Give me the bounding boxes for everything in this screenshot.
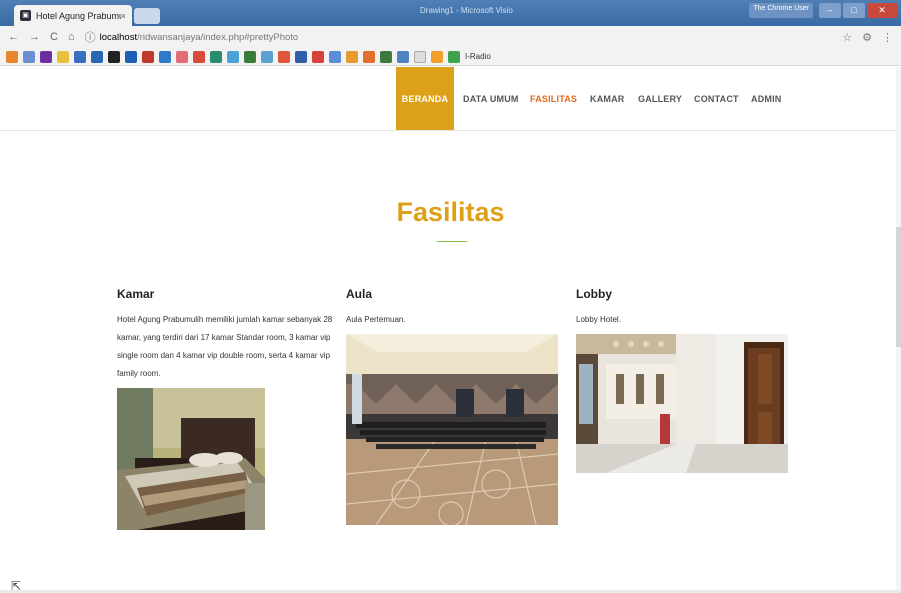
lobby-photo[interactable] xyxy=(576,334,788,473)
bookmark-icon[interactable] xyxy=(227,50,239,63)
bookmark-icon[interactable] xyxy=(176,50,188,63)
bookmark-icon[interactable] xyxy=(74,50,86,63)
facility-description: Hotel Agung Prabumulih memiliki jumlah k… xyxy=(117,315,333,378)
bookmark-icon[interactable] xyxy=(397,50,409,63)
bookmark-icon[interactable] xyxy=(346,50,358,63)
maximize-icon[interactable]: □ xyxy=(843,3,865,18)
browser-tab[interactable]: ▣ Hotel Agung Prabumulih × xyxy=(14,5,132,26)
browser-titlebar: ▣ Hotel Agung Prabumulih × Drawing1 - Mi… xyxy=(0,0,901,26)
nav-item-kamar[interactable]: KAMAR xyxy=(590,67,625,130)
bookmark-icon[interactable] xyxy=(363,50,375,63)
bookmark-icon[interactable] xyxy=(210,50,222,63)
nav-item-admin[interactable]: ADMIN xyxy=(751,67,782,130)
bookmark-icon[interactable] xyxy=(125,50,137,63)
facility-description: Lobby Hotel. xyxy=(576,315,621,324)
tab-close-icon[interactable]: × xyxy=(121,11,126,21)
nav-item-data-umum[interactable]: DATA UMUM xyxy=(463,67,519,130)
page-scrollbar[interactable] xyxy=(896,67,901,590)
bookmark-icon[interactable] xyxy=(244,50,256,63)
minimize-icon[interactable]: – xyxy=(819,3,841,18)
bookmark-icon[interactable] xyxy=(261,50,273,63)
nav-item-fasilitas[interactable]: FASILITAS xyxy=(530,67,577,130)
bookmark-icon[interactable] xyxy=(6,50,18,63)
hall-photo[interactable] xyxy=(346,334,558,525)
window-controls: The Chrome User – □ ✕ xyxy=(749,3,897,18)
facility-heading: Aula xyxy=(346,287,373,301)
forward-icon[interactable]: → xyxy=(29,31,40,43)
site-navigation: BERANDA DATA UMUM FASILITAS KAMAR GALLER… xyxy=(0,67,901,131)
facility-heading: Lobby xyxy=(576,287,612,301)
star-icon[interactable]: ☆ xyxy=(842,31,852,44)
back-icon[interactable]: ← xyxy=(8,31,19,43)
bookmark-label[interactable]: I-Radio xyxy=(465,52,491,61)
facility-description: Aula Pertemuan. xyxy=(346,315,406,324)
facility-heading: Kamar xyxy=(117,287,155,301)
title-divider xyxy=(437,241,467,242)
facility-card-kamar: Kamar Hotel Agung Prabumulih memiliki ju… xyxy=(117,287,337,383)
user-badge[interactable]: The Chrome User xyxy=(749,3,813,18)
tab-title: Hotel Agung Prabumulih xyxy=(36,10,121,21)
bookmark-icon[interactable] xyxy=(329,50,341,63)
menu-icon[interactable]: ⋮ xyxy=(882,31,893,44)
nav-item-contact[interactable]: CONTACT xyxy=(694,67,739,130)
bookmark-icon[interactable] xyxy=(23,50,35,63)
close-window-icon[interactable]: ✕ xyxy=(867,3,897,18)
new-tab-button[interactable] xyxy=(134,8,160,24)
address-bar: ← → C ⌂ ⓘ localhost/ridwansanjaya/index.… xyxy=(0,26,901,48)
bookmark-icon[interactable] xyxy=(91,50,103,63)
scrollbar-thumb[interactable] xyxy=(896,227,901,347)
bookmark-icon[interactable] xyxy=(159,50,171,63)
url-input[interactable]: localhost/ridwansanjaya/index.php#pretty… xyxy=(100,32,833,43)
url-host: localhost xyxy=(99,31,138,43)
nav-item-beranda[interactable]: BERANDA xyxy=(396,67,454,130)
bookmark-icon[interactable] xyxy=(414,50,426,63)
reload-icon[interactable]: C xyxy=(50,31,58,43)
bookmark-icon[interactable] xyxy=(40,50,52,63)
bookmark-icon[interactable] xyxy=(142,50,154,63)
bookmark-icon[interactable] xyxy=(448,50,460,63)
bookmark-icon[interactable] xyxy=(278,50,290,63)
facility-card-lobby: Lobby Lobby Hotel. xyxy=(576,287,788,329)
bookmark-icon[interactable] xyxy=(57,50,69,63)
site-favicon-icon: ▣ xyxy=(20,10,31,21)
bookmark-icon[interactable] xyxy=(193,50,205,63)
bookmark-icon[interactable] xyxy=(295,50,307,63)
facility-card-aula: Aula Aula Pertemuan. xyxy=(346,287,558,329)
bookmark-icon[interactable] xyxy=(312,50,324,63)
info-icon: ⓘ xyxy=(84,32,96,44)
extension-icon[interactable]: ⚙ xyxy=(862,31,872,44)
bookmark-icon[interactable] xyxy=(431,50,443,63)
url-path: /ridwansanjaya/index.php#prettyPhoto xyxy=(137,31,299,43)
bookmark-icon[interactable] xyxy=(108,50,120,63)
bedroom-photo[interactable] xyxy=(117,388,265,530)
section-title: Fasilitas xyxy=(396,197,505,227)
bookmark-icon[interactable] xyxy=(380,50,392,63)
window-title: Drawing1 - Microsoft Visio xyxy=(420,6,513,15)
nav-item-gallery[interactable]: GALLERY xyxy=(638,67,682,130)
bookmarks-bar: I-Radio xyxy=(0,48,901,66)
home-icon[interactable]: ⌂ xyxy=(68,31,75,43)
